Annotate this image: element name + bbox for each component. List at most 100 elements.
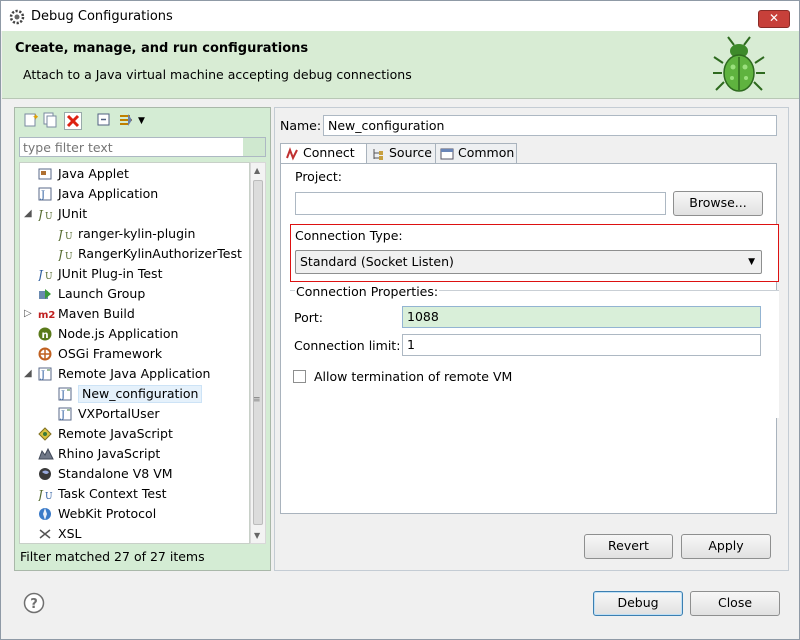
expanded-triangle-icon[interactable]: ◢ [24,364,34,384]
help-glyph: ? [30,597,38,612]
tree-item-label: JUnit [58,206,88,221]
help-icon[interactable]: ? [23,592,45,617]
banner-message: Attach to a Java virtual machine accepti… [23,67,412,82]
nodejs-icon: n [38,327,54,341]
svg-text:U: U [65,232,73,241]
tree-item-label: New_configuration [78,385,203,403]
svg-text:J: J [60,390,65,401]
tree-item-label: Maven Build [58,306,135,321]
connect-tab-panel: Project: Browse... Connection Type: Stan… [280,163,779,514]
allow-termination-checkbox[interactable] [293,370,306,383]
scroll-up-arrow-icon[interactable]: ▲ [254,166,260,175]
tree-item[interactable]: WebKit Protocol [20,504,249,524]
tree-item[interactable]: J Java Application [20,184,249,204]
svg-text:m2: m2 [38,310,55,321]
filter-configurations-icon[interactable] [118,112,136,130]
tree-item-label: XSL [58,526,82,541]
tree-item[interactable]: ◢ J U JUnit [20,204,249,224]
name-input[interactable]: New_configuration [323,115,777,136]
java-application-icon: J [38,187,54,201]
configuration-editor-pane: Name: New_configuration Connect Source C… [274,107,789,571]
filter-clear-area [243,138,265,156]
tree-item-label: Launch Group [58,286,146,301]
remote-java-icon: J [58,387,74,401]
filter-field[interactable] [19,137,266,157]
tree-item[interactable]: Java Applet [20,164,249,184]
debug-button[interactable]: Debug [593,591,683,616]
duplicate-configuration-icon[interactable] [42,112,60,130]
connection-limit-input[interactable]: 1 [402,334,761,356]
tree-item-label: Rhino JavaScript [58,446,161,461]
tree-scrollbar[interactable]: ▲ ≡ ▼ [250,162,266,544]
dropdown-arrow-icon: ▼ [748,257,755,267]
tab-connect[interactable]: Connect [280,143,367,164]
expanded-triangle-icon[interactable]: ◢ [24,204,34,224]
svg-text:J: J [38,488,44,501]
tree-item-label: Remote JavaScript [58,426,173,441]
svg-text:U: U [45,212,53,221]
osgi-icon [38,347,54,361]
junit-icon: JU [55,227,74,242]
tree-item[interactable]: J U Task Context Test [20,484,249,504]
tree-item[interactable]: J Uranger-kylin-plugin [20,224,249,244]
tab-source[interactable]: Source [366,143,436,163]
tree-item[interactable]: J VXPortalUser [20,404,249,424]
tree-item[interactable]: n Node.js Application [20,324,249,344]
configuration-tree: Java Applet J Java Application ◢ J U JUnit J Ura… [19,162,250,544]
remote-java-icon: J [58,407,74,421]
java-applet-icon [38,167,54,181]
configuration-tree-pane: ✦ ▼ Java AppletJJava Application◢JUJUnit… [14,107,271,571]
tree-item[interactable]: OSGi Framework [20,344,249,364]
project-label: Project: [295,169,342,184]
filter-input[interactable] [20,138,240,156]
tree-item[interactable]: Launch Group [20,284,249,304]
tab-connect-label: Connect [303,145,355,160]
tree-item-selected[interactable]: J New_configuration [20,384,249,404]
tree-item-label: WebKit Protocol [58,506,157,521]
tree-item[interactable]: Rhino JavaScript [20,444,249,464]
v8-icon [38,467,54,481]
connection-type-select[interactable]: Standard (Socket Listen) ▼ [295,250,762,274]
window-title: Debug Configurations [31,9,173,24]
svg-text:J: J [40,370,45,381]
port-input[interactable]: 1088 [402,306,761,328]
tree-item[interactable]: J U JUnit Plug-in Test [20,264,249,284]
project-input[interactable] [295,192,666,215]
close-button[interactable]: Close [690,591,780,616]
svg-text:J: J [60,410,65,421]
filter-dropdown-arrow-icon[interactable]: ▼ [138,112,156,130]
collapsed-triangle-icon[interactable]: ▷ [24,304,34,324]
tree-item-label: Standalone V8 VM [58,466,173,481]
scroll-down-arrow-icon[interactable]: ▼ [254,531,260,540]
window-close-button[interactable]: ✕ [758,10,790,28]
tree-item[interactable]: Remote JavaScript [20,424,249,444]
tree-item-label: Node.js Application [58,326,179,341]
new-configuration-icon[interactable]: ✦ [22,112,40,130]
filter-status: Filter matched 27 of 27 items [20,549,205,564]
tree-item-label: OSGi Framework [58,346,163,361]
tree-item[interactable]: ▷ m2 Maven Build [20,304,249,324]
title-bar: Debug Configurations ✕ [1,1,799,31]
svg-text:J: J [40,190,45,201]
scroll-grip-icon: ≡ [253,395,261,405]
connection-properties-label: Connection Properties: [295,284,440,299]
scroll-thumb[interactable] [253,180,263,525]
port-label: Port: [294,310,323,325]
svg-text:✦: ✦ [32,113,38,123]
rhino-icon [38,447,54,461]
revert-button[interactable]: Revert [584,534,673,559]
tree-item[interactable]: XSL [20,524,249,543]
connection-type-label: Connection Type: [295,228,403,243]
junit-icon: JU [55,247,74,262]
debug-bug-icon [711,35,767,98]
delete-configuration-icon[interactable] [64,112,82,130]
svg-text:U: U [65,252,73,261]
tree-item[interactable]: Standalone V8 VM [20,464,249,484]
collapse-all-icon[interactable] [96,112,114,130]
browse-button[interactable]: Browse... [673,191,763,216]
apply-button[interactable]: Apply [681,534,771,559]
xsl-icon [38,527,54,541]
tree-item[interactable]: ◢ J Remote Java Application [20,364,249,384]
tab-common[interactable]: Common [435,143,517,163]
tree-item[interactable]: J U RangerKylinAuthorizerTest [20,244,249,264]
